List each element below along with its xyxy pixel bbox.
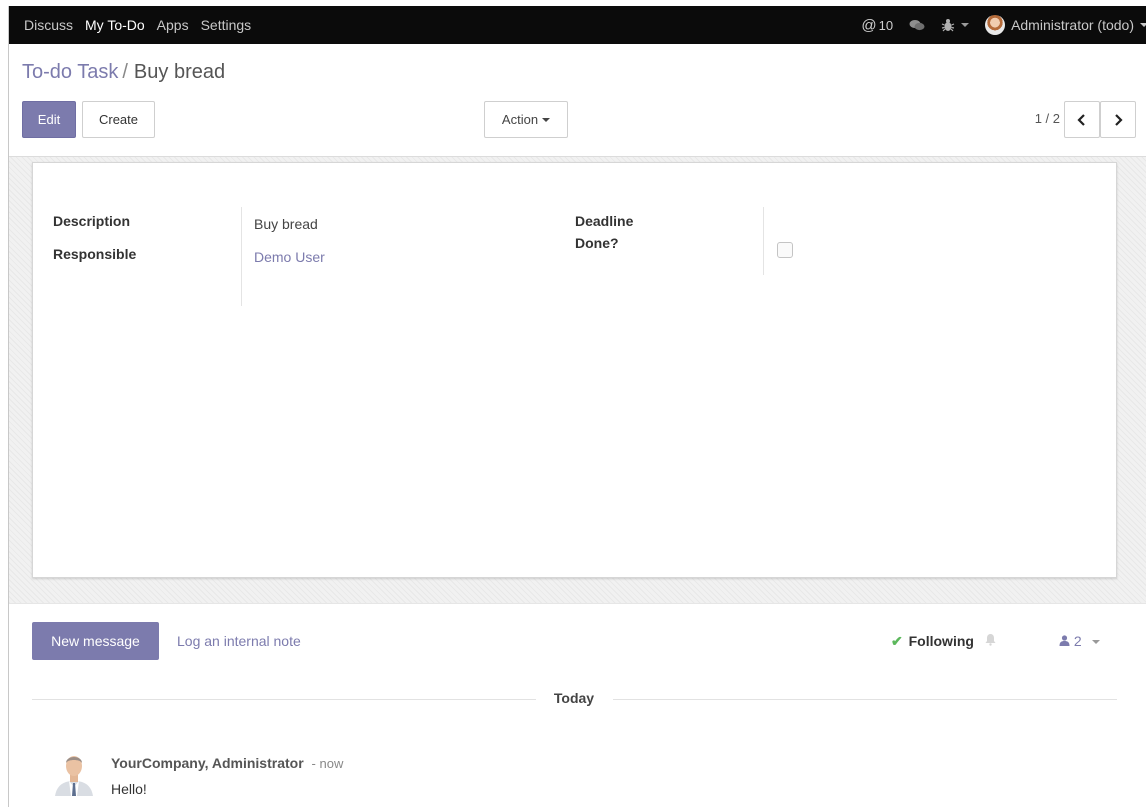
chat-bubbles-icon [909, 19, 925, 30]
pager-next-button[interactable] [1100, 101, 1136, 138]
chatter: New message Log an internal note ✔ Follo… [9, 603, 1146, 807]
field-divider [763, 207, 764, 275]
responsible-label: Responsible [53, 246, 137, 262]
author-avatar[interactable] [51, 750, 97, 796]
breadcrumb: To-do Task / Buy bread [22, 61, 225, 84]
breadcrumb-current: Buy bread [133, 61, 226, 83]
chat-button[interactable] [909, 19, 925, 32]
done-checkbox[interactable] [777, 242, 793, 258]
responsible-link[interactable]: Demo User [254, 249, 325, 265]
create-button[interactable]: Create [82, 101, 155, 138]
chevron-down-icon [542, 117, 551, 122]
action-dropdown[interactable]: Action [484, 101, 568, 138]
description-value: Buy bread [254, 216, 318, 232]
message-author[interactable]: YourCompany, Administrator [111, 755, 304, 771]
control-panel: To-do Task / Buy bread Edit Create Action … [9, 44, 1146, 157]
form-view: Description Buy bread Responsible Demo U… [9, 157, 1146, 603]
chevron-down-icon [961, 23, 970, 27]
check-icon: ✔ [891, 633, 903, 649]
chevron-down-icon [1140, 23, 1146, 27]
log-note-link[interactable]: Log an internal note [177, 633, 301, 649]
bug-icon [941, 19, 955, 32]
breadcrumb-separator: / [122, 61, 128, 83]
deadline-label: Deadline [575, 213, 634, 229]
mentions-count: 10 [878, 17, 894, 33]
action-label: Action [501, 112, 539, 127]
menu-settings[interactable]: Settings [201, 17, 252, 33]
pager-previous-button[interactable] [1064, 101, 1100, 138]
following-button[interactable]: ✔ Following [891, 633, 974, 650]
user-icon [1059, 635, 1070, 646]
menu-my-todo[interactable]: My To-Do [85, 17, 145, 33]
chevron-left-icon [1077, 113, 1085, 126]
done-label: Done? [575, 235, 619, 251]
app-window: Discuss My To-Do Apps Settings @ 10 Admi… [8, 6, 1146, 807]
new-message-button[interactable]: New message [32, 622, 159, 660]
menu-apps[interactable]: Apps [157, 17, 189, 33]
message-header: YourCompany, Administrator - now [111, 755, 343, 771]
chevron-right-icon [1115, 113, 1123, 126]
at-icon: @ [861, 16, 877, 34]
following-label: Following [908, 633, 974, 649]
main-menu: Discuss My To-Do Apps Settings [24, 6, 263, 44]
mentions-button[interactable]: @ 10 [861, 17, 893, 34]
menu-discuss[interactable]: Discuss [24, 17, 73, 33]
followers-dropdown[interactable]: 2 [1059, 633, 1100, 649]
edit-button[interactable]: Edit [22, 101, 76, 138]
systray: @ 10 Administrator (todo) [861, 6, 1146, 44]
followers-count: 2 [1073, 633, 1082, 649]
user-name: Administrator (todo) [1011, 17, 1134, 33]
message-body: Hello! [111, 781, 147, 797]
avatar [985, 15, 1006, 35]
debug-menu-button[interactable] [941, 18, 970, 32]
message-timestamp: - now [311, 756, 344, 771]
field-divider [241, 207, 242, 306]
form-sheet: Description Buy bread Responsible Demo U… [32, 162, 1117, 578]
main-navbar: Discuss My To-Do Apps Settings @ 10 Admi… [9, 6, 1146, 44]
bell-icon[interactable] [985, 633, 996, 649]
pager-value[interactable]: 1 / 2 [1035, 111, 1060, 126]
description-label: Description [53, 213, 131, 229]
chevron-down-icon [1091, 640, 1100, 645]
breadcrumb-parent[interactable]: To-do Task [22, 61, 118, 83]
date-separator: Today [553, 690, 595, 706]
user-menu[interactable]: Administrator (todo) [985, 15, 1146, 35]
